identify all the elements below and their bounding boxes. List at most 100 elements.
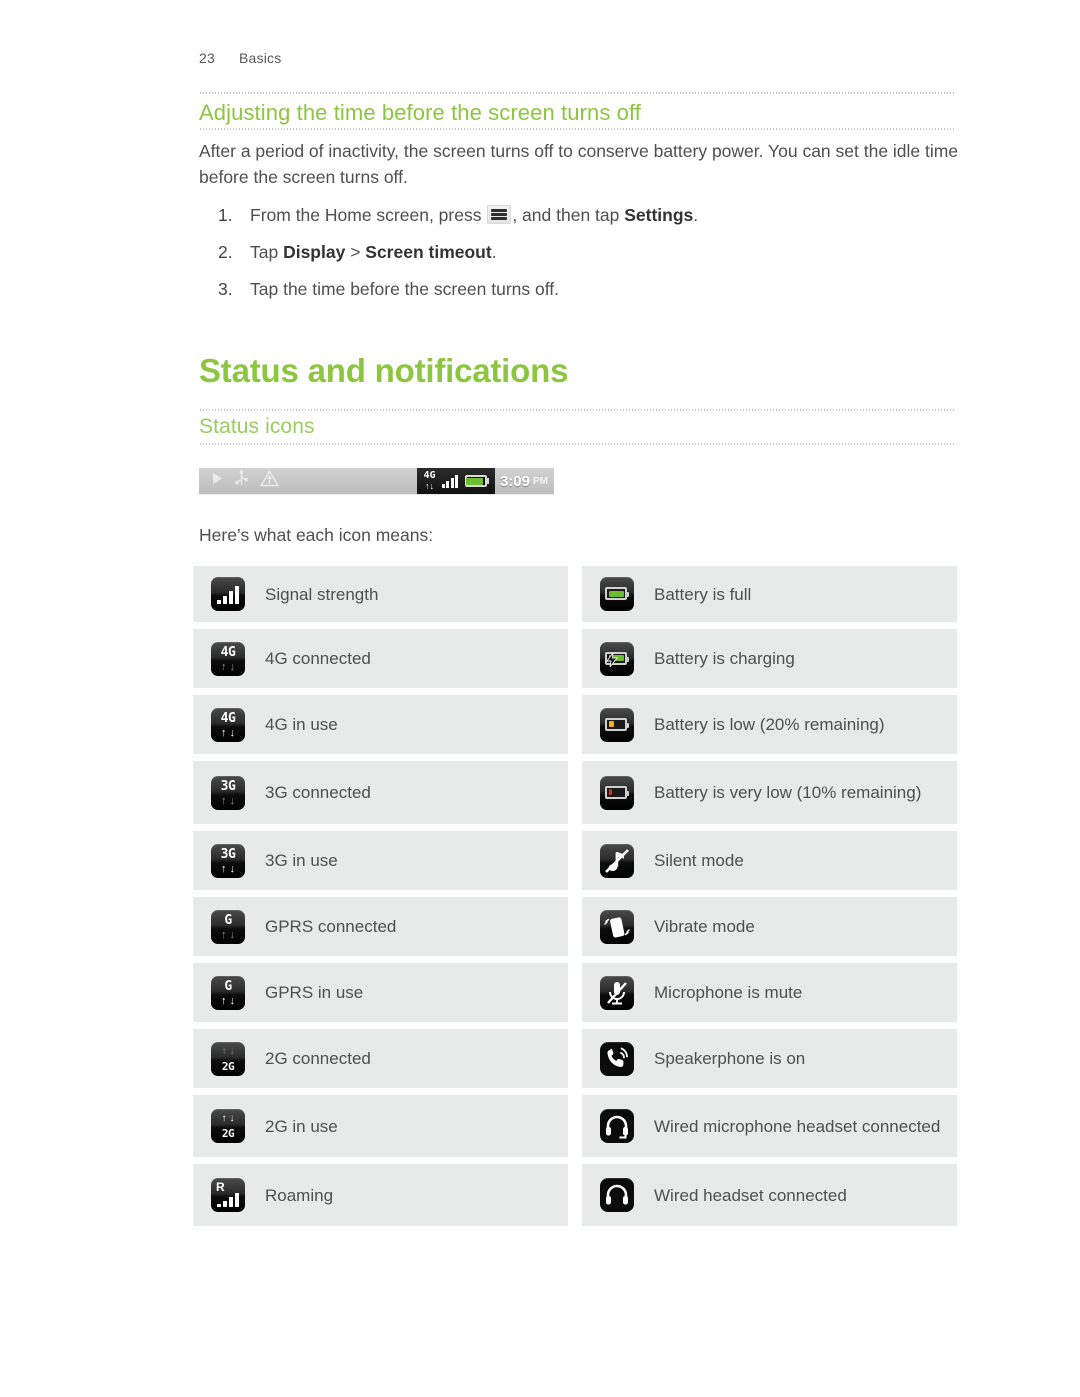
table-row: Signal strength [193,566,568,622]
upload-triangle-icon [259,470,280,492]
status-bar-4g-icon: 4G ↑↓ [421,470,438,492]
step-3: 3. Tap the time before the screen turns … [218,277,958,301]
step-1-text: From the Home screen, press , and then t… [250,203,958,227]
status-bar-clock: 3:09 PM [494,468,554,494]
icon-cell: ↑ ↓ 2G [211,1109,245,1143]
row-label: Battery is charging [654,649,795,668]
transfer-arrows: ↑ ↓ [221,1113,235,1124]
page-number: 23 [199,50,215,66]
roaming-letter: R [216,1180,225,1194]
icon-cell: 4G ↑ ↓ [211,707,245,742]
table-row: 3G ↑ ↓ 3G in use [193,831,568,890]
battery-full-icon [600,577,634,611]
4g-in-use-icon: 4G ↑ ↓ [211,707,245,742]
battery-shell [605,587,629,600]
battery-low-icon [600,707,634,742]
icon-cell [600,975,634,1010]
gprs-connected-icon: G ↑ ↓ [211,909,245,944]
icon-cell [600,577,634,611]
intro-paragraph: After a period of inactivity, the screen… [199,141,959,187]
table-row: 4G ↑ ↓ 4G connected [193,629,568,688]
battery-very-low-icon [600,775,634,810]
icon-cell: 4G ↑ ↓ [211,641,245,676]
2g-in-use-icon: ↑ ↓ 2G [211,1109,245,1143]
table-row: ↑ ↓ 2G 2G connected [193,1029,568,1088]
step-1-post: , and then tap [512,205,625,225]
row-label: Wired microphone headset connected [654,1116,941,1136]
network-label: 2G [221,1059,235,1073]
table-row: Vibrate mode [582,897,957,956]
transfer-arrows: ↑ ↓ [221,726,235,739]
vibrate-mode-icon [600,909,634,944]
signal-bars [217,1193,239,1207]
network-label: 4G [220,644,236,660]
table-row: Speakerphone is on [582,1029,957,1088]
icon-table-left-column: Signal strength 4G ↑ ↓ 4G connected 4G ↑ ↓ [193,566,568,1233]
step-1-pre: From the Home screen, press [250,205,487,225]
network-label: 3G [220,778,236,794]
table-row: ↑ ↓ 2G 2G in use [193,1095,568,1157]
table-row: R Roaming [193,1164,568,1226]
icon-cell [600,909,634,944]
network-label: 4G [220,710,236,726]
speakerphone-icon [600,1041,634,1076]
row-label: 4G in use [265,715,338,734]
table-row: Battery is charging [582,629,957,688]
table-row: Microphone is mute [582,963,957,1022]
status-bar-battery-icon [464,470,491,492]
network-label: 3G [220,846,236,862]
heading-adjusting-time: Adjusting the time before the screen tur… [199,100,641,125]
gprs-in-use-icon: G ↑ ↓ [211,975,245,1010]
icon-cell: R [211,1178,245,1212]
step-2-marker: 2. [218,242,233,262]
row-label: 2G in use [265,1116,338,1136]
row-label: GPRS in use [265,983,364,1002]
step-2-bold-timeout: Screen timeout [365,242,492,262]
step-1-marker: 1. [218,205,233,225]
step-2-separator: > [345,242,366,262]
wired-headset-icon [600,1178,634,1212]
row-label: Speakerphone is on [654,1049,806,1068]
network-label: G [224,978,232,994]
roaming-icon: R [211,1178,245,1212]
rule-above-h3 [199,409,956,411]
step-2-tail: . [491,242,497,262]
row-label: Wired headset connected [654,1185,847,1205]
table-row: Silent mode [582,831,957,890]
table-row: G ↑ ↓ GPRS connected [193,897,568,956]
table-row: Battery is low (20% remaining) [582,695,957,754]
silent-mode-icon [600,843,634,878]
battery-shell [605,717,629,731]
step-1-bold: Settings [624,205,694,225]
status-bar-meridiem: PM [533,475,548,487]
network-label: 2G [221,1127,235,1140]
icon-cell [211,577,245,611]
step-2-pre: Tap [250,242,284,262]
status-bar-signal-icon [441,470,461,492]
running-header: 23 Basics [199,50,281,66]
step-1-tail: . [693,205,699,225]
table-row: Wired microphone headset connected [582,1095,957,1157]
rule-below-h3 [199,443,956,445]
menu-key-icon [487,205,512,224]
step-2-bold-display: Display [283,242,346,262]
3g-connected-icon: 3G ↑ ↓ [211,775,245,810]
section-name: Basics [239,50,282,66]
row-label: Battery is full [654,584,752,604]
battery-charging-icon [600,641,634,676]
row-label: 4G connected [265,649,371,668]
step-2-text: Tap Display > Screen timeout. [250,240,958,264]
battery-shell [605,785,629,799]
row-label: 2G connected [265,1049,371,1068]
step-3-text: Tap the time before the screen turns off… [250,279,560,299]
row-label: Battery is very low (10% remaining) [654,783,922,802]
rule-above-h2 [199,92,956,94]
icon-cell [600,1041,634,1076]
microphone-mute-icon [600,975,634,1010]
wired-microphone-headset-icon [600,1109,634,1143]
step-3-marker: 3. [218,279,233,299]
status-bar-illustration: 4G ↑↓ 3:09 PM [199,468,554,494]
network-label: G [224,912,232,928]
transfer-arrows: ↑ ↓ [221,660,235,673]
icon-cell [600,1109,634,1143]
